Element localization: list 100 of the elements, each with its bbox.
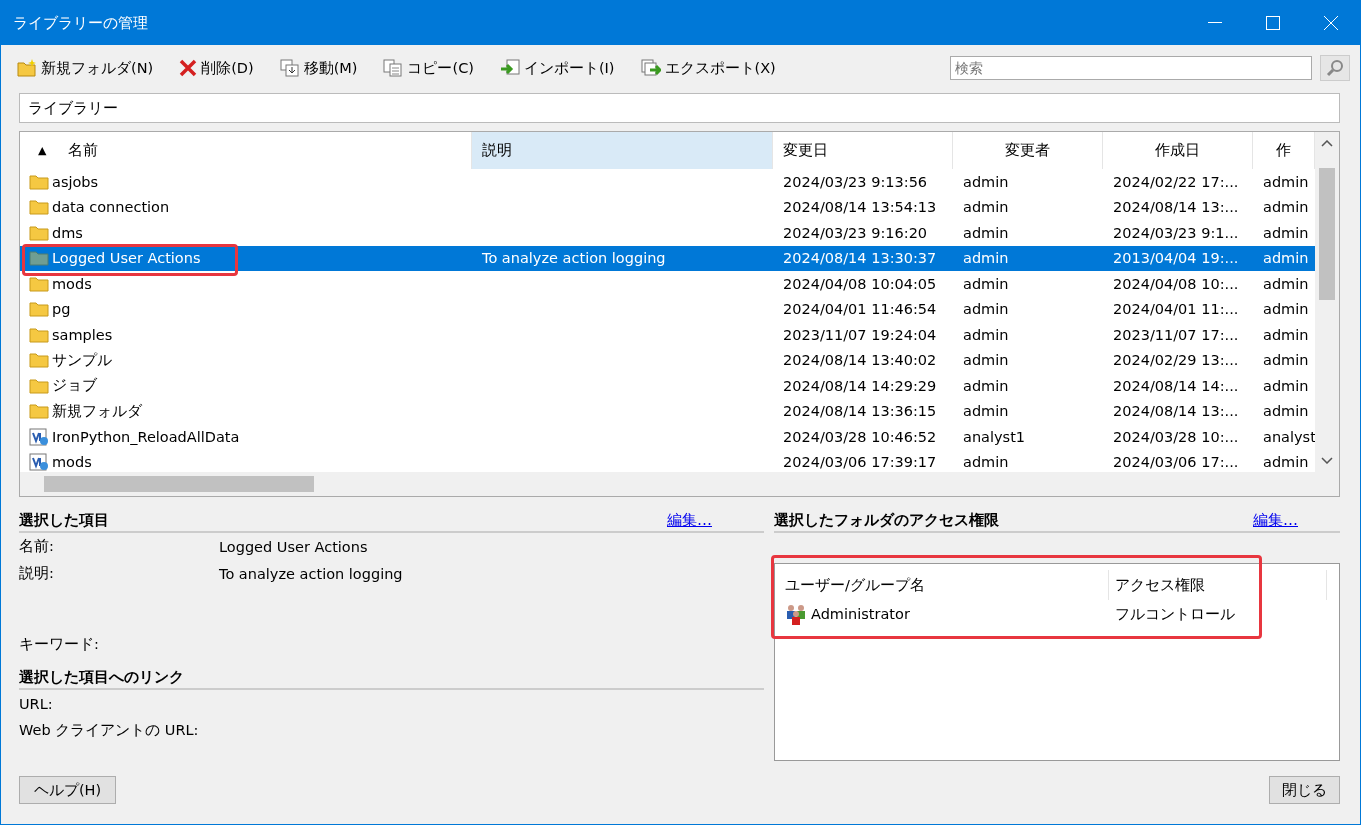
table-cell-text: 2024/03/23 9:1... xyxy=(1112,223,1240,243)
list-row[interactable]: mods xyxy=(20,449,472,475)
table-cell-text: admin xyxy=(1262,300,1310,320)
table-cell-text: admin xyxy=(1262,274,1310,294)
search-button[interactable] xyxy=(1320,55,1350,81)
table-cell-text: admin xyxy=(1262,376,1310,396)
delete-icon xyxy=(179,59,198,77)
help-button[interactable]: ヘルプ(H) xyxy=(19,776,116,804)
table-cell-text: admin xyxy=(1262,223,1310,243)
list-row[interactable]: pg xyxy=(20,296,472,322)
table-cell-text: analyst1 xyxy=(962,427,1027,447)
column-header[interactable]: 説明 xyxy=(472,132,773,169)
toolbar-button[interactable]: 新規フォルダ(N) xyxy=(17,58,154,78)
edit-link[interactable]: 編集… xyxy=(1253,511,1298,530)
scroll-down-icon[interactable] xyxy=(1321,457,1333,464)
table-cell-text: admin xyxy=(962,300,1010,320)
field-label: 名前: xyxy=(19,537,55,556)
table-cell-text: 2024/02/29 13:... xyxy=(1112,351,1240,371)
toolbar-button[interactable]: エクスポート(X) xyxy=(640,58,776,78)
table-cell-text: 2024/03/06 17:39:17 xyxy=(782,453,938,473)
list-row[interactable]: サンプル xyxy=(20,347,472,373)
table-cell-text: 2023/11/07 19:24:04 xyxy=(782,325,938,345)
table-cell-text: admin xyxy=(962,351,1010,371)
table-cell-text: 2024/04/08 10:... xyxy=(1112,274,1240,294)
table-cell-text: 2024/03/06 17:... xyxy=(1112,453,1240,473)
table-cell-text: 2024/03/28 10:... xyxy=(1112,427,1240,447)
column-header[interactable]: 作成日 xyxy=(1103,132,1253,169)
section-title: 選択した項目へのリンク xyxy=(19,668,184,687)
table-cell-text: 2024/08/14 13:40:02 xyxy=(782,351,938,371)
table-cell-text: admin xyxy=(962,198,1010,218)
list-row[interactable]: Logged User Actions xyxy=(20,245,472,271)
export-icon xyxy=(640,59,661,77)
scroll-up-icon[interactable] xyxy=(1321,140,1333,147)
toolbar-button[interactable]: コピー(C) xyxy=(383,58,474,78)
table-cell-text: 2024/08/14 13:54:13 xyxy=(782,198,938,218)
table-cell: 2013/04/04 19:... xyxy=(1103,245,1253,271)
list-row[interactable]: samples xyxy=(20,322,472,348)
section-title: 選択したフォルダのアクセス権限 xyxy=(774,511,999,530)
table-cell-text: admin xyxy=(1262,325,1310,345)
toolbar-button[interactable]: 移動(M) xyxy=(279,58,358,78)
user-group-icon xyxy=(785,603,807,625)
column-header[interactable]: 変更日 xyxy=(773,132,953,169)
table-cell-text: 2024/08/14 14:29:29 xyxy=(782,376,938,396)
window-title: ライブラリーの管理 xyxy=(12,13,149,33)
path-field[interactable]: ライブラリー xyxy=(19,93,1340,123)
table-cell-text: admin xyxy=(962,172,1010,192)
edit-link[interactable]: 編集… xyxy=(667,511,712,530)
table-cell-text: フルコントロール xyxy=(1114,604,1236,624)
folder-icon xyxy=(29,377,49,394)
table-cell-text: 2024/02/22 17:... xyxy=(1112,172,1240,192)
list-row[interactable]: IronPython_ReloadAllData xyxy=(20,424,472,450)
list-row[interactable]: dms xyxy=(20,220,472,246)
search-field[interactable]: 検索 xyxy=(950,56,1312,80)
toolbar-button[interactable]: 削除(D) xyxy=(179,58,254,78)
table-cell-text: 2024/04/01 11:46:54 xyxy=(782,300,938,320)
folder-icon xyxy=(29,199,49,216)
table-cell-text: 2024/03/28 10:46:52 xyxy=(782,427,938,447)
horizontal-scrollbar[interactable] xyxy=(20,472,1339,496)
field-value: To analyze action logging xyxy=(219,565,403,582)
table-cell-text: 2024/04/01 11:... xyxy=(1112,300,1240,320)
section-title: 選択した項目 xyxy=(19,511,109,530)
table-cell-text: admin xyxy=(1262,402,1310,422)
table-cell-text: admin xyxy=(962,453,1010,473)
table-cell-text: 2023/11/07 17:... xyxy=(1112,325,1240,345)
search-icon xyxy=(1326,59,1344,77)
close-button[interactable]: 閉じる xyxy=(1269,776,1340,804)
table-cell-text: 2024/03/23 9:13:56 xyxy=(782,172,929,192)
script-icon xyxy=(29,453,49,472)
field-label: 説明: xyxy=(19,564,55,583)
column-header[interactable]: 変更者 xyxy=(953,132,1103,169)
folder-icon xyxy=(29,224,49,241)
folder-icon xyxy=(29,250,49,267)
table-cell-text: 2024/08/14 13:... xyxy=(1112,198,1240,218)
list-row[interactable]: 新規フォルダ xyxy=(20,398,472,424)
column-header[interactable]: アクセス権限 xyxy=(1109,570,1327,600)
table-cell-text: 2024/03/23 9:16:20 xyxy=(782,223,929,243)
toolbar-button[interactable]: インポート(I) xyxy=(499,58,615,78)
field-label: キーワード: xyxy=(19,635,100,654)
table-cell-text: admin xyxy=(962,325,1010,345)
list-row[interactable]: Administrator xyxy=(779,600,1109,628)
list-row[interactable]: data connection xyxy=(20,194,472,220)
script-icon xyxy=(29,427,49,446)
folder-icon xyxy=(29,352,49,369)
folder-icon xyxy=(29,301,49,318)
folder-icon xyxy=(29,326,49,343)
field-value: Logged User Actions xyxy=(219,538,368,555)
vertical-scrollbar[interactable] xyxy=(1315,132,1339,472)
table-cell: To analyze action logging xyxy=(472,245,773,271)
table-cell-text: admin xyxy=(1262,198,1310,218)
table-cell: admin xyxy=(953,245,1103,271)
table-cell-text: analyst xyxy=(1262,427,1315,447)
import-icon xyxy=(499,59,520,77)
table-cell-text: admin xyxy=(962,402,1010,422)
field-label: URL: xyxy=(19,695,53,712)
table-cell-text: admin xyxy=(962,274,1010,294)
list-row[interactable]: mods xyxy=(20,271,472,297)
list-row[interactable]: ジョブ xyxy=(20,373,472,399)
column-header[interactable]: ユーザー/グループ名 xyxy=(779,570,1109,600)
list-row[interactable]: asjobs xyxy=(20,169,472,195)
table-cell: 2024/08/14 13:30:37 xyxy=(773,245,953,271)
